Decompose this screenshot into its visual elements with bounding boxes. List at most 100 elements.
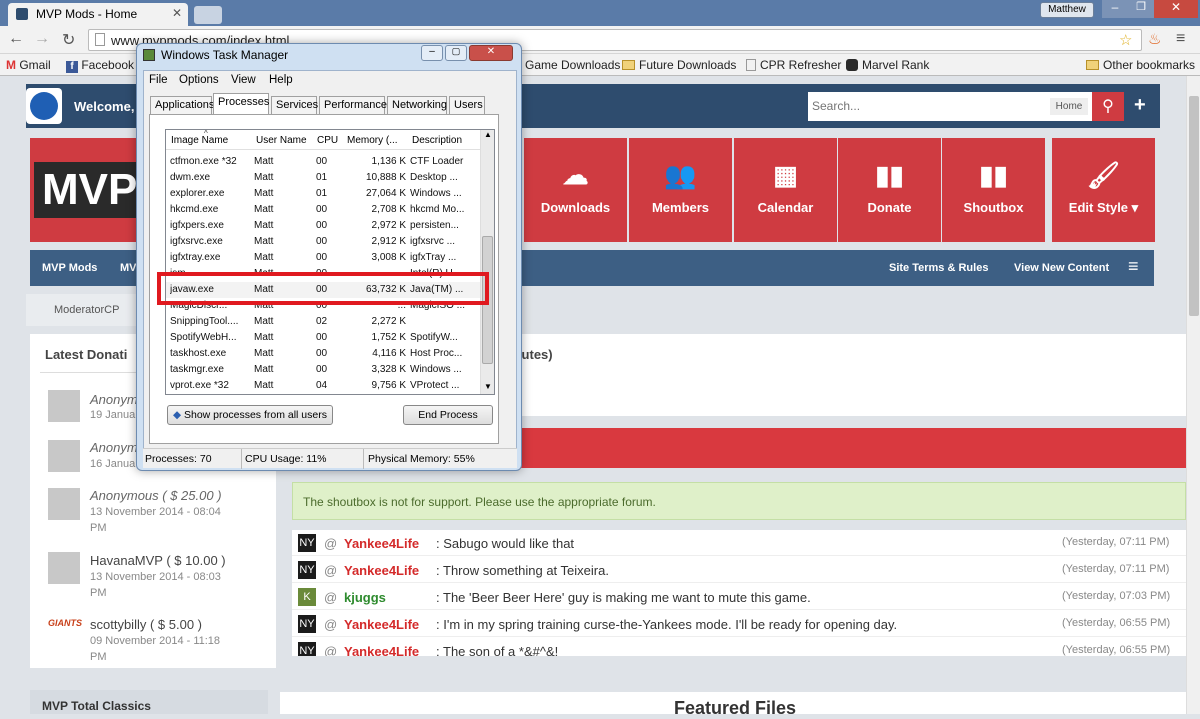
col-description[interactable]: Description [412,135,462,146]
process-row[interactable]: igfxpers.exe Matt 00 2,972 K persisten... [166,218,480,234]
donor-name[interactable]: Anonymous ( $ 25.00 ) [90,488,222,503]
view-new-content-link[interactable]: View New Content [1014,262,1109,274]
menu-icon[interactable]: ≡ [1176,30,1185,48]
plus-icon[interactable]: + [1134,94,1146,117]
tab-close-icon[interactable]: ✕ [172,6,182,20]
col-image-name[interactable]: Image Name [171,135,228,146]
at-icon[interactable]: @ [324,644,337,656]
end-process-button[interactable]: End Process [403,405,493,425]
avatar[interactable] [48,390,80,422]
process-row[interactable]: SpotifyWebH... Matt 00 1,752 K SpotifyW... [166,330,480,346]
subnav-item[interactable]: MV [120,262,137,274]
brush-icon: 🖌 [1086,160,1120,190]
minimize-button[interactable]: – [1102,0,1128,18]
col-user-name[interactable]: User Name [256,135,307,146]
bookmark-marvel-rank[interactable]: Marvel Rank [846,58,929,72]
reload-icon[interactable]: ↻ [62,30,75,50]
process-row[interactable]: SnippingTool.... Matt 02 2,272 K [166,314,480,330]
welcome-text[interactable]: Welcome, r [74,99,143,114]
bookmark-cpr-refresher[interactable]: CPR Refresher [746,58,841,72]
tab-users[interactable]: Users [449,96,485,114]
process-row[interactable]: igfxsrvc.exe Matt 00 2,912 K igfxsrvc ... [166,234,480,250]
tab-services[interactable]: Services [271,96,318,114]
at-icon[interactable]: @ [324,563,337,578]
col-cpu[interactable]: CPU [317,135,338,146]
nav-donate[interactable]: ▮▮ Donate [838,138,941,242]
tm-menu-help[interactable]: Help [269,74,293,86]
shout-user[interactable]: Yankee4Life [344,563,419,578]
col-memory[interactable]: Memory (... [347,135,398,146]
avatar[interactable] [48,440,80,472]
bookmark-future-downloads[interactable]: Future Downloads [622,58,736,72]
show-all-processes-button[interactable]: ◆ Show processes from all users [167,405,333,425]
nav-downloads[interactable]: ☁ Downloads [524,138,627,242]
avatar[interactable] [48,552,80,584]
donor-name[interactable]: scottybilly ( $ 5.00 ) [90,617,202,632]
bookmark-game-downloads[interactable]: Game Downloads [508,58,620,72]
bookmark-facebook[interactable]: f Facebook [66,58,134,73]
browser-tab[interactable]: MVP Mods - Home ✕ [8,3,188,26]
extension-icon[interactable]: ♨ [1148,30,1161,48]
tm-close-button[interactable]: ✕ [469,45,513,61]
donor-name[interactable]: Anonym [90,392,138,407]
tab-applications[interactable]: Applications [150,96,214,114]
tab-processes[interactable]: Processes [213,93,269,115]
hamburger-icon[interactable]: ≡ [1128,256,1139,277]
back-arrow-icon[interactable]: ← [8,30,24,48]
at-icon[interactable]: @ [324,590,337,605]
tm-menu-view[interactable]: View [231,74,256,86]
tm-maximize-button[interactable]: ▢ [445,45,467,61]
search-box[interactable]: Home [808,92,1092,121]
bookmark-star-icon[interactable]: ☆ [1119,31,1132,49]
page-scrollbar[interactable] [1186,76,1200,714]
profile-button[interactable]: Matthew [1040,2,1094,18]
process-row[interactable]: vprot.exe *32 Matt 04 9,756 K VProtect ... [166,378,480,394]
search-input[interactable] [812,96,1042,116]
search-icon[interactable]: ⚲ [1092,92,1124,121]
tab-networking[interactable]: Networking [387,96,447,114]
process-user: Matt [254,332,274,343]
forward-arrow-icon[interactable]: → [34,30,50,48]
donor-name[interactable]: HavanaMVP ( $ 10.00 ) [90,553,226,568]
site-terms-link[interactable]: Site Terms & Rules [889,262,988,274]
giants-avatar-icon[interactable]: GIANTS [48,618,82,642]
tm-minimize-button[interactable]: – [421,45,443,61]
process-row[interactable]: explorer.exe Matt 01 27,064 K Windows ... [166,186,480,202]
shout-user[interactable]: Yankee4Life [344,536,419,551]
avatar[interactable] [48,488,80,520]
bookmark-gmail[interactable]: M Gmail [6,58,51,72]
tm-menu-options[interactable]: Options [179,74,219,86]
process-row[interactable]: dwm.exe Matt 01 10,888 K Desktop ... [166,170,480,186]
search-scope[interactable]: Home [1050,98,1088,115]
process-row[interactable]: taskmgr.exe Matt 00 3,328 K Windows ... [166,362,480,378]
restore-button[interactable]: ❐ [1128,0,1154,18]
new-tab-button[interactable] [194,6,222,24]
scroll-down-icon[interactable]: ▼ [484,382,492,391]
scroll-up-icon[interactable]: ▲ [484,130,492,139]
shout-user[interactable]: kjuggs [344,590,386,605]
logo-banner[interactable]: MVP [30,138,137,242]
at-icon[interactable]: @ [324,536,337,551]
tm-menu-file[interactable]: File [149,74,168,86]
process-list-scrollbar[interactable]: ▲ ▼ [480,130,494,394]
scrollbar-thumb[interactable] [1189,96,1199,316]
nav-edit-style[interactable]: 🖌 Edit Style ▾ [1052,138,1155,242]
nav-calendar[interactable]: ▦ Calendar [734,138,837,242]
tab-performance[interactable]: Performance [319,96,387,114]
process-row[interactable]: igfxtray.exe Matt 00 3,008 K igfxTray ... [166,250,480,266]
other-bookmarks[interactable]: Other bookmarks [1086,58,1195,72]
subnav-mvp-mods[interactable]: MVP Mods [42,262,97,274]
process-row[interactable]: hkcmd.exe Matt 00 2,708 K hkcmd Mo... [166,202,480,218]
nav-shoutbox[interactable]: ▮▮ Shoutbox [942,138,1045,242]
shout-user[interactable]: Yankee4Life [344,644,419,656]
process-row[interactable]: taskhost.exe Matt 00 4,116 K Host Proc... [166,346,480,362]
process-image-name: igfxpers.exe [170,220,224,231]
donor-name[interactable]: Anonym [90,440,138,455]
process-row[interactable]: ctfmon.exe *32 Matt 00 1,136 K CTF Loader [166,154,480,170]
at-icon[interactable]: @ [324,617,337,632]
close-window-button[interactable]: ✕ [1154,0,1198,18]
site-logo-icon[interactable] [26,88,62,124]
shout-user[interactable]: Yankee4Life [344,617,419,632]
moderatorcp-link[interactable]: ModeratorCP [54,304,119,316]
nav-members[interactable]: 👥 Members [629,138,732,242]
